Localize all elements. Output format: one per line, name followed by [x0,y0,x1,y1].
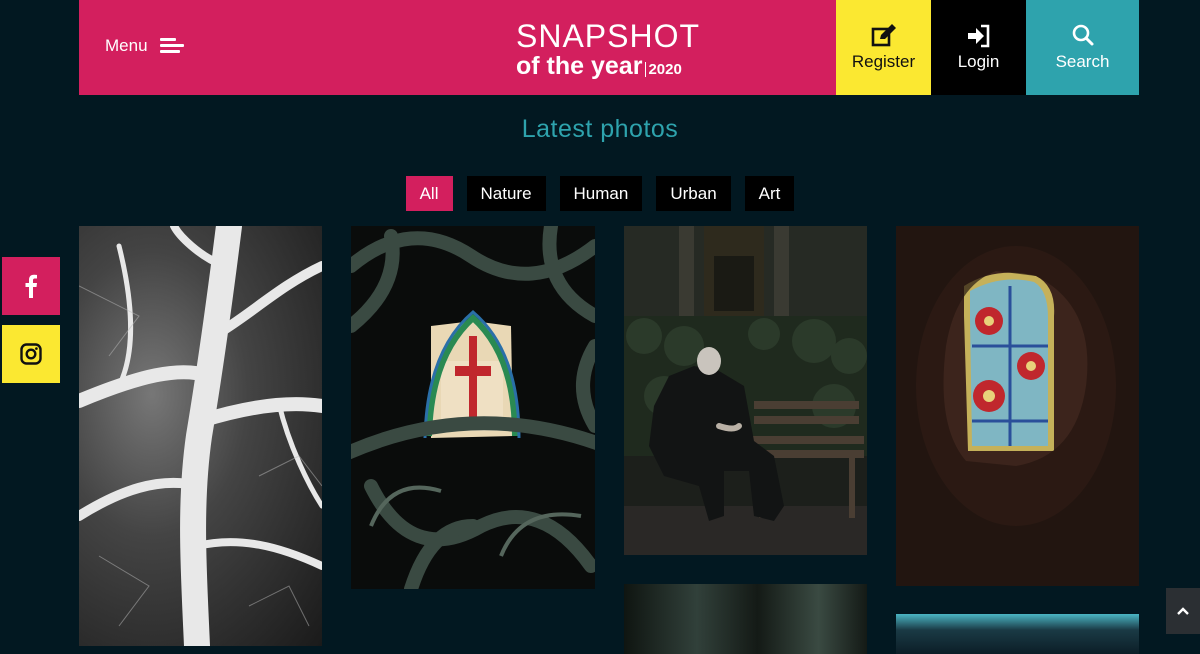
site-header: Menu SNAPSHOT of the year 2020 Register … [79,0,1139,95]
photo-man-bench[interactable] [624,226,867,555]
hamburger-icon [159,38,184,54]
instagram-link[interactable] [2,325,60,383]
filter-urban[interactable]: Urban [656,176,731,211]
filter-nature[interactable]: Nature [466,176,546,211]
search-label: Search [1055,52,1110,71]
instagram-icon [20,343,42,365]
edit-icon [871,24,896,47]
search-button[interactable]: Search [1026,0,1139,95]
photo-stained-glass[interactable] [351,226,595,589]
logo-title: SNAPSHOT [516,18,701,54]
login-button[interactable]: Login [931,0,1026,95]
scroll-to-top-button[interactable] [1166,588,1200,634]
chevron-up-icon [1177,607,1189,615]
menu-button[interactable]: Menu [105,36,184,56]
photo-leaf[interactable] [79,226,322,646]
menu-label: Menu [105,36,148,55]
window-blur-image [896,226,1139,586]
filter-human[interactable]: Human [559,176,643,211]
photo-ceiling[interactable] [896,614,1139,654]
login-label: Login [957,52,1000,71]
stained-glass-image [351,226,595,589]
section-title: Latest photos [521,115,679,143]
logo-subtitle-text: of the year [516,52,643,80]
logo-subtitle: of the year 2020 [516,54,706,79]
logo-year: 2020 [645,62,682,77]
bench-image [624,226,867,555]
facebook-icon [25,274,37,298]
filter-art[interactable]: Art [744,176,795,211]
header-bar: Menu SNAPSHOT of the year 2020 [79,0,836,95]
register-button[interactable]: Register [836,0,931,95]
register-label: Register [851,52,916,71]
facebook-link[interactable] [2,257,60,315]
photo-window-blur[interactable] [896,226,1139,586]
site-logo[interactable]: SNAPSHOT of the year 2020 [516,20,706,79]
search-icon [1072,24,1093,46]
leaf-image [79,226,322,646]
filter-bar: All Nature Human Urban Art [0,176,1200,211]
filter-all[interactable]: All [405,176,453,211]
sign-in-icon [967,24,989,48]
